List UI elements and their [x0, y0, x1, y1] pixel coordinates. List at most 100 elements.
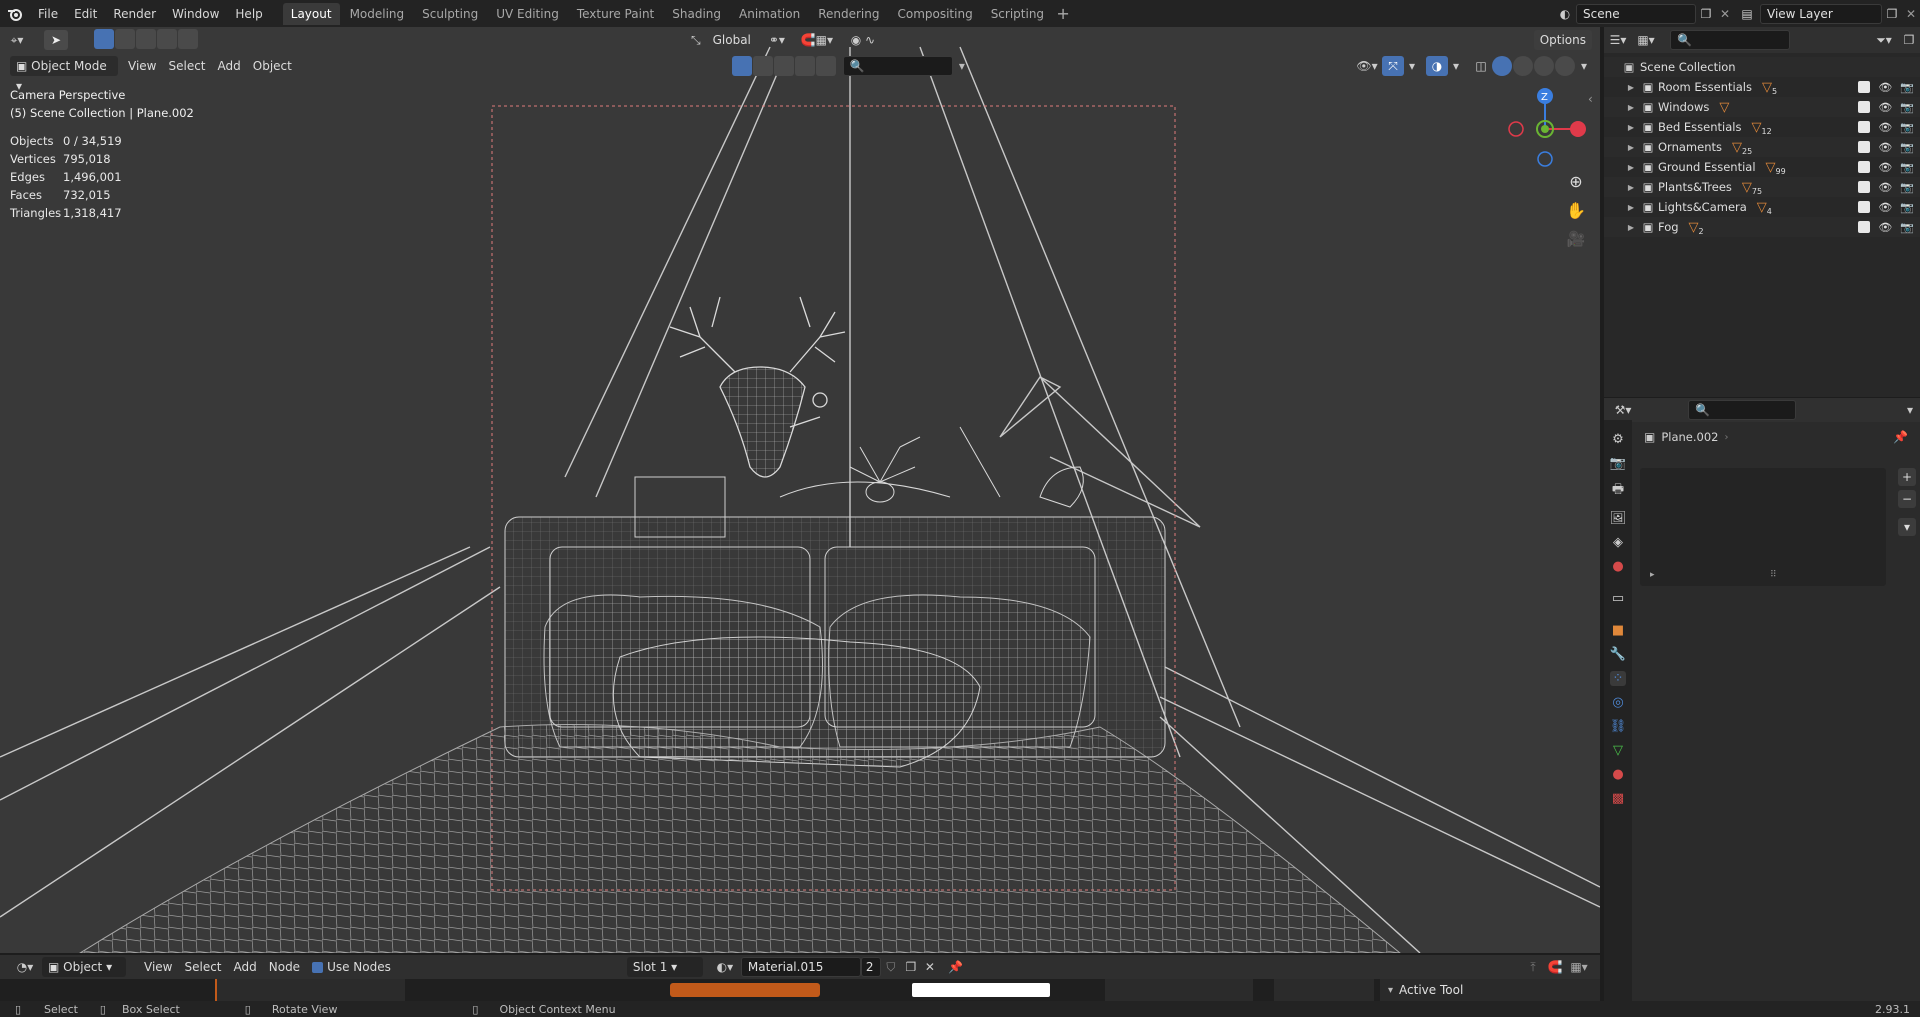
tab-shading[interactable]: Shading: [664, 3, 729, 25]
slot-specials-icon[interactable]: ▾: [1898, 518, 1916, 536]
tab-compositing[interactable]: Compositing: [889, 3, 980, 25]
delete-view-layer-icon[interactable]: ✕: [1902, 7, 1920, 21]
viewport-menu-select[interactable]: Select: [162, 56, 211, 76]
world-tab-icon[interactable]: ●: [1612, 559, 1623, 574]
render-camera-icon[interactable]: 📷: [1900, 141, 1914, 154]
scene-collection-row[interactable]: ▣ Scene Collection: [1604, 57, 1920, 77]
camera-view-icon[interactable]: 🎥: [1567, 230, 1586, 248]
sidebar-toggle-icon[interactable]: ‹: [1588, 92, 1593, 106]
pivot-icon[interactable]: ⚭▾: [763, 33, 791, 47]
eye-icon[interactable]: 👁: [1878, 161, 1892, 174]
node-editor-type-icon[interactable]: ◔▾: [8, 960, 42, 974]
outliner-row-bed-essentials[interactable]: ▶ ▣ Bed Essentials ▽ 12 👁 📷: [1604, 117, 1920, 137]
snap-icon[interactable]: 🧲▦▾: [797, 33, 837, 47]
expand-arrow-icon[interactable]: ▶: [1624, 163, 1638, 172]
render-camera-icon[interactable]: 📷: [1900, 81, 1914, 94]
menu-edit[interactable]: Edit: [66, 3, 105, 25]
menu-window[interactable]: Window: [164, 3, 227, 25]
visibility-icon[interactable]: 👁▾: [1352, 59, 1382, 73]
outliner-search-input[interactable]: 🔍: [1670, 30, 1790, 50]
tab-texture-paint[interactable]: Texture Paint: [569, 3, 662, 25]
outliner-editor-icon[interactable]: ☰▾: [1604, 33, 1632, 47]
node-canvas[interactable]: ▾ Active Tool: [0, 979, 1600, 1001]
wire-select-icon[interactable]: [731, 56, 752, 76]
eye-icon[interactable]: 👁: [1878, 81, 1892, 94]
view-layer-tab-icon[interactable]: 🖼: [1610, 511, 1627, 526]
new-collection-icon[interactable]: ❐: [1898, 33, 1920, 47]
scene-tab-icon[interactable]: ◈: [1613, 535, 1623, 550]
overlay-dropdown-icon[interactable]: ▾: [1448, 59, 1464, 73]
outliner-row-lights-camera[interactable]: ▶ ▣ Lights&Camera ▽ 4 👁 📷: [1604, 197, 1920, 217]
rendered-shading-icon[interactable]: [1555, 56, 1575, 76]
render-camera-icon[interactable]: 📷: [1900, 181, 1914, 194]
outliner-row-ground-essential[interactable]: ▶ ▣ Ground Essential ▽ 99 👁 📷: [1604, 157, 1920, 177]
slot-select[interactable]: Slot 1 ▾: [626, 957, 703, 977]
material-browse-icon[interactable]: ◐▾: [709, 960, 741, 974]
gizmo-toggle-icon[interactable]: ⤧: [1382, 56, 1404, 76]
constraints-tab-icon[interactable]: ⛓: [1610, 719, 1627, 734]
display-mode-icon[interactable]: ▦▾: [1632, 33, 1660, 47]
pin-icon[interactable]: 📌: [1893, 430, 1908, 444]
use-nodes-toggle[interactable]: Use Nodes: [306, 957, 397, 977]
volume-node[interactable]: [1274, 979, 1374, 1001]
eye-icon[interactable]: 👁: [1878, 101, 1892, 114]
delete-scene-icon[interactable]: ✕: [1716, 7, 1734, 21]
material-shading-icon[interactable]: [1534, 56, 1554, 76]
bsdf-node[interactable]: [1105, 979, 1253, 1001]
outliner-row-fog[interactable]: ▶ ▣ Fog ▽ 2 👁 📷: [1604, 217, 1920, 237]
exclude-checkbox[interactable]: [1858, 140, 1871, 153]
select-invert-mode[interactable]: [157, 28, 177, 49]
dropdown-icon[interactable]: ▾: [953, 59, 971, 73]
node-menu-view[interactable]: View: [138, 957, 178, 977]
transform-orientation-select[interactable]: Global: [707, 30, 757, 50]
node-snap-grid-icon[interactable]: ▦▾: [1566, 960, 1592, 974]
tab-sculpting[interactable]: Sculpting: [414, 3, 486, 25]
new-scene-icon[interactable]: ❐: [1696, 7, 1716, 21]
render-camera-icon[interactable]: 📷: [1900, 161, 1914, 174]
tab-rendering[interactable]: Rendering: [810, 3, 887, 25]
render-camera-icon[interactable]: 📷: [1900, 221, 1914, 234]
tool-tab-icon[interactable]: ⚙: [1612, 432, 1624, 447]
add-workspace-icon[interactable]: +: [1054, 4, 1072, 23]
color-ramp-node[interactable]: [912, 983, 1050, 997]
exclude-checkbox[interactable]: [1858, 180, 1871, 193]
properties-editor-icon[interactable]: ⚒▾: [1608, 403, 1638, 417]
options-button[interactable]: Options: [1533, 30, 1592, 50]
texture-tab-icon[interactable]: ▩: [1612, 791, 1624, 806]
wireframe-shading-icon[interactable]: [1492, 56, 1512, 76]
outliner-row-room-essentials[interactable]: ▶ ▣ Room Essentials ▽ 5 👁 📷: [1604, 77, 1920, 97]
expand-arrow-icon[interactable]: ▶: [1624, 143, 1638, 152]
filter-icon[interactable]: ⏷▾: [1870, 33, 1898, 48]
remove-slot-icon[interactable]: −: [1898, 490, 1916, 508]
fake-user-icon[interactable]: ⛉: [881, 960, 901, 975]
exclude-checkbox[interactable]: [1858, 160, 1871, 173]
viewport-menu-object[interactable]: Object: [247, 56, 298, 76]
tab-modeling[interactable]: Modeling: [342, 3, 413, 25]
select-tool-icon[interactable]: ➤: [44, 30, 68, 50]
uv-node[interactable]: [215, 979, 405, 1001]
blender-logo-icon[interactable]: [0, 3, 30, 25]
render-camera-icon[interactable]: 📷: [1900, 101, 1914, 114]
expand-arrow-icon[interactable]: ▶: [1624, 83, 1638, 92]
particles-tab-icon[interactable]: ⁘: [1609, 671, 1627, 686]
select-subtract-mode[interactable]: [136, 28, 156, 49]
node-snap-icon[interactable]: 🧲: [1544, 960, 1566, 974]
physics-tab-icon[interactable]: ◎: [1612, 695, 1623, 710]
exclude-checkbox[interactable]: [1858, 100, 1871, 113]
xray-icon[interactable]: ◫: [1470, 59, 1492, 73]
zoom-icon[interactable]: ⊕: [1569, 172, 1582, 191]
material-tab-icon[interactable]: ●: [1612, 767, 1623, 782]
material-name-field[interactable]: Material.015: [740, 957, 861, 977]
tab-layout[interactable]: Layout: [282, 2, 340, 25]
eye-icon[interactable]: 👁: [1878, 121, 1892, 134]
modifier-tab-icon[interactable]: 🔧: [1610, 647, 1626, 662]
outliner-row-ornaments[interactable]: ▶ ▣ Ornaments ▽ 25 👁 📷: [1604, 137, 1920, 157]
render-tab-icon[interactable]: 📷: [1610, 456, 1626, 471]
eye-icon[interactable]: 👁: [1878, 181, 1892, 194]
expand-arrow-icon[interactable]: ▶: [1624, 223, 1638, 232]
tab-animation[interactable]: Animation: [731, 3, 808, 25]
camera-filter-icon[interactable]: [815, 56, 836, 76]
pin-node-icon[interactable]: 📌: [945, 960, 967, 974]
scene-field[interactable]: Scene: [1576, 3, 1696, 24]
node-menu-select[interactable]: Select: [178, 957, 227, 977]
